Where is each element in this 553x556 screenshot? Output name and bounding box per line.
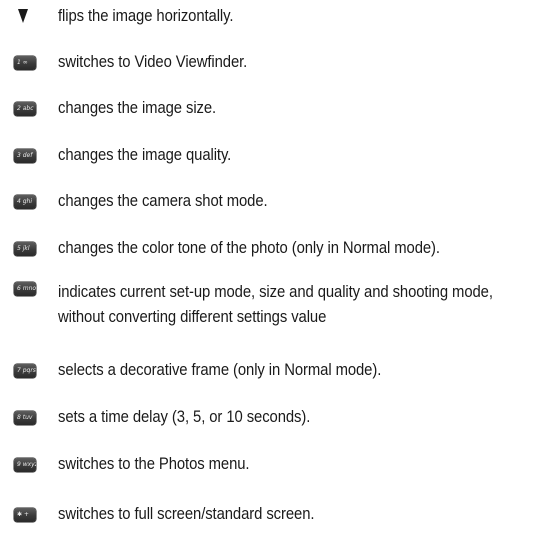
key-4-icon: 4 ghi [14, 195, 36, 209]
key-3-icon: 3 def [14, 149, 36, 163]
item-description: changes the color tone of the photo (onl… [58, 239, 440, 257]
item-description: changes the image size. [58, 99, 217, 117]
key-5-icon: 5 jkl [14, 242, 36, 256]
key-2-icon: 2 abc [14, 102, 36, 116]
key-7-icon: 7 pqrs [14, 364, 36, 378]
key-9-icon: 9 wxyz [14, 458, 36, 472]
key-8-icon: 8 tuv [14, 411, 36, 425]
item-description: switches to full screen/standard screen. [58, 505, 315, 523]
item-description: switches to Video Viewfinder. [58, 53, 248, 71]
key-1-icon: 1 ∞ [14, 56, 36, 70]
item-description: changes the image quality. [58, 146, 232, 164]
key-6-icon: 6 mno [14, 282, 36, 296]
down-arrow-icon [18, 9, 28, 23]
item-description: sets a time delay (3, 5, or 10 seconds). [58, 408, 311, 426]
item-description: changes the camera shot mode. [58, 192, 268, 210]
item-description: selects a decorative frame (only in Norm… [58, 361, 382, 379]
item-description: switches to the Photos menu. [58, 455, 250, 473]
item-description: indicates current set-up mode, size and … [58, 283, 493, 326]
key-star-icon: ✱ + [14, 508, 36, 522]
item-description: flips the image horizontally. [58, 7, 234, 25]
